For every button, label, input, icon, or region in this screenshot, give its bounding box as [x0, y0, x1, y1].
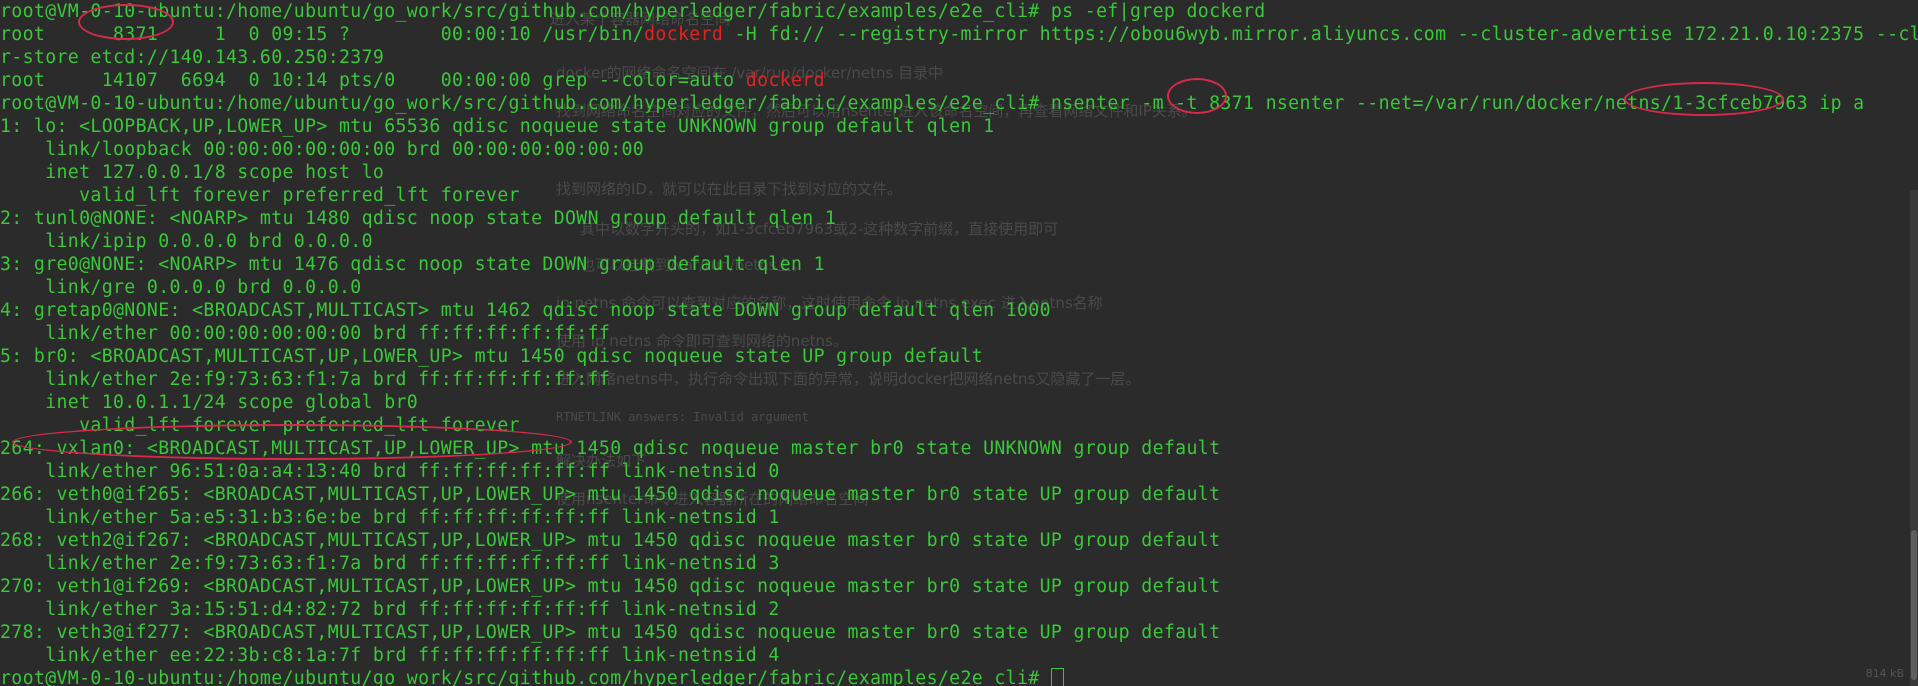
terminal-text: link/ether 5a:e5:31:b3:6e:be brd ff:ff:f… — [0, 507, 780, 528]
terminal-line: link/ether 96:51:0a:a4:13:40 brd ff:ff:f… — [0, 460, 1918, 483]
terminal-text: 266: veth0@if265: <BROADCAST,MULTICAST,U… — [0, 484, 1221, 505]
terminal-line: 266: veth0@if265: <BROADCAST,MULTICAST,U… — [0, 483, 1918, 506]
terminal-line: valid_lft forever preferred_lft forever — [0, 414, 1918, 437]
terminal-line: root 14107 6694 0 10:14 pts/0 00:00:00 g… — [0, 69, 1918, 92]
terminal-line: link/ether 3a:15:51:d4:82:72 brd ff:ff:f… — [0, 598, 1918, 621]
terminal-line: link/ether ee:22:3b:c8:1a:7f brd ff:ff:f… — [0, 644, 1918, 667]
terminal-line: 5: br0: <BROADCAST,MULTICAST,UP,LOWER_UP… — [0, 345, 1918, 368]
terminal-line: link/ether 00:00:00:00:00:00 brd ff:ff:f… — [0, 322, 1918, 345]
terminal-line: 278: veth3@if277: <BROADCAST,MULTICAST,U… — [0, 621, 1918, 644]
terminal-text: link/gre 0.0.0.0 brd 0.0.0.0 — [0, 277, 362, 298]
terminal-text: link/loopback 00:00:00:00:00:00 brd 00:0… — [0, 139, 645, 160]
terminal-line: root@VM-0-10-ubuntu:/home/ubuntu/go_work… — [0, 92, 1918, 115]
terminal-line: root@VM-0-10-ubuntu:/home/ubuntu/go_work… — [0, 0, 1918, 23]
terminal-text: 268: veth2@if267: <BROADCAST,MULTICAST,U… — [0, 530, 1221, 551]
terminal-line: root 8371 1 0 09:15 ? 00:00:10 /usr/bin/… — [0, 23, 1918, 46]
terminal-line: 264: vxlan0: <BROADCAST,MULTICAST,UP,LOW… — [0, 437, 1918, 460]
terminal-line: 270: veth1@if269: <BROADCAST,MULTICAST,U… — [0, 575, 1918, 598]
terminal-text: inet 127.0.0.1/8 scope host lo — [0, 162, 385, 183]
terminal-text: 270: veth1@if269: <BROADCAST,MULTICAST,U… — [0, 576, 1221, 597]
terminal-line: 4: gretap0@NONE: <BROADCAST,MULTICAST> m… — [0, 299, 1918, 322]
terminal-line: 268: veth2@if267: <BROADCAST,MULTICAST,U… — [0, 529, 1918, 552]
corner-label: 814 kB — [1865, 667, 1904, 680]
terminal-text: root 14107 6694 0 10:14 pts/0 00:00:00 g… — [0, 70, 746, 91]
terminal-line: link/ether 2e:f9:73:63:f1:7a brd ff:ff:f… — [0, 368, 1918, 391]
terminal-text: valid_lft forever preferred_lft forever — [0, 415, 520, 436]
terminal-text: link/ether 2e:f9:73:63:f1:7a brd ff:ff:f… — [0, 553, 780, 574]
terminal-line: r-store etcd://140.143.60.250:2379 — [0, 46, 1918, 69]
terminal-text: root@VM-0-10-ubuntu:/home/ubuntu/go_work… — [0, 1, 1266, 22]
terminal-text: link/ether 2e:f9:73:63:f1:7a brd ff:ff:f… — [0, 369, 611, 390]
terminal-output[interactable]: root@VM-0-10-ubuntu:/home/ubuntu/go_work… — [0, 0, 1918, 686]
terminal-line: link/ether 5a:e5:31:b3:6e:be brd ff:ff:f… — [0, 506, 1918, 529]
terminal-line: link/ether 2e:f9:73:63:f1:7a brd ff:ff:f… — [0, 552, 1918, 575]
terminal-line: inet 127.0.0.1/8 scope host lo — [0, 161, 1918, 184]
terminal-text: root 8371 1 0 09:15 ? 00:00:10 /usr/bin/ — [0, 24, 645, 45]
scrollbar-thumb[interactable] — [1911, 530, 1917, 680]
terminal-text: root@VM-0-10-ubuntu:/home/ubuntu/go_work… — [0, 93, 1865, 114]
terminal-line: link/loopback 00:00:00:00:00:00 brd 00:0… — [0, 138, 1918, 161]
terminal-text: 264: vxlan0: <BROADCAST,MULTICAST,UP,LOW… — [0, 438, 1221, 459]
terminal-line: inet 10.0.1.1/24 scope global br0 — [0, 391, 1918, 414]
terminal-text: r-store etcd://140.143.60.250:2379 — [0, 47, 385, 68]
terminal-cursor[interactable] — [1050, 668, 1064, 686]
terminal-text: 1: lo: <LOOPBACK,UP,LOWER_UP> mtu 65536 … — [0, 116, 995, 137]
terminal-line: root@VM-0-10-ubuntu:/home/ubuntu/go_work… — [0, 667, 1918, 686]
terminal-text: 4: gretap0@NONE: <BROADCAST,MULTICAST> m… — [0, 300, 1051, 321]
terminal-text: -H fd:// --registry-mirror https://obou6… — [723, 24, 1918, 45]
terminal-text: 278: veth3@if277: <BROADCAST,MULTICAST,U… — [0, 622, 1221, 643]
terminal-line: 3: gre0@NONE: <NOARP> mtu 1476 qdisc noo… — [0, 253, 1918, 276]
match-highlight: dockerd — [745, 70, 825, 91]
terminal-text: root@VM-0-10-ubuntu:/home/ubuntu/go_work… — [0, 668, 1051, 686]
terminal-line: link/gre 0.0.0.0 brd 0.0.0.0 — [0, 276, 1918, 299]
terminal-line: link/ipip 0.0.0.0 brd 0.0.0.0 — [0, 230, 1918, 253]
terminal-text: link/ipip 0.0.0.0 brd 0.0.0.0 — [0, 231, 373, 252]
terminal-text: 3: gre0@NONE: <NOARP> mtu 1476 qdisc noo… — [0, 254, 825, 275]
terminal-text: 2: tunl0@NONE: <NOARP> mtu 1480 qdisc no… — [0, 208, 837, 229]
terminal-text: link/ether ee:22:3b:c8:1a:7f brd ff:ff:f… — [0, 645, 780, 666]
terminal-line: 1: lo: <LOOPBACK,UP,LOWER_UP> mtu 65536 … — [0, 115, 1918, 138]
terminal-text: link/ether 3a:15:51:d4:82:72 brd ff:ff:f… — [0, 599, 780, 620]
terminal-text: link/ether 00:00:00:00:00:00 brd ff:ff:f… — [0, 323, 611, 344]
scrollbar[interactable] — [1910, 190, 1918, 686]
terminal-line: valid_lft forever preferred_lft forever — [0, 184, 1918, 207]
match-highlight: dockerd — [644, 24, 724, 45]
terminal-window[interactable]: 进入某个容器网络命名空间 docker的网络命名空间在 /var/run/dock… — [0, 0, 1918, 686]
terminal-text: valid_lft forever preferred_lft forever — [0, 185, 520, 206]
terminal-text: link/ether 96:51:0a:a4:13:40 brd ff:ff:f… — [0, 461, 780, 482]
terminal-line: 2: tunl0@NONE: <NOARP> mtu 1480 qdisc no… — [0, 207, 1918, 230]
terminal-text: inet 10.0.1.1/24 scope global br0 — [0, 392, 419, 413]
terminal-text: 5: br0: <BROADCAST,MULTICAST,UP,LOWER_UP… — [0, 346, 984, 367]
